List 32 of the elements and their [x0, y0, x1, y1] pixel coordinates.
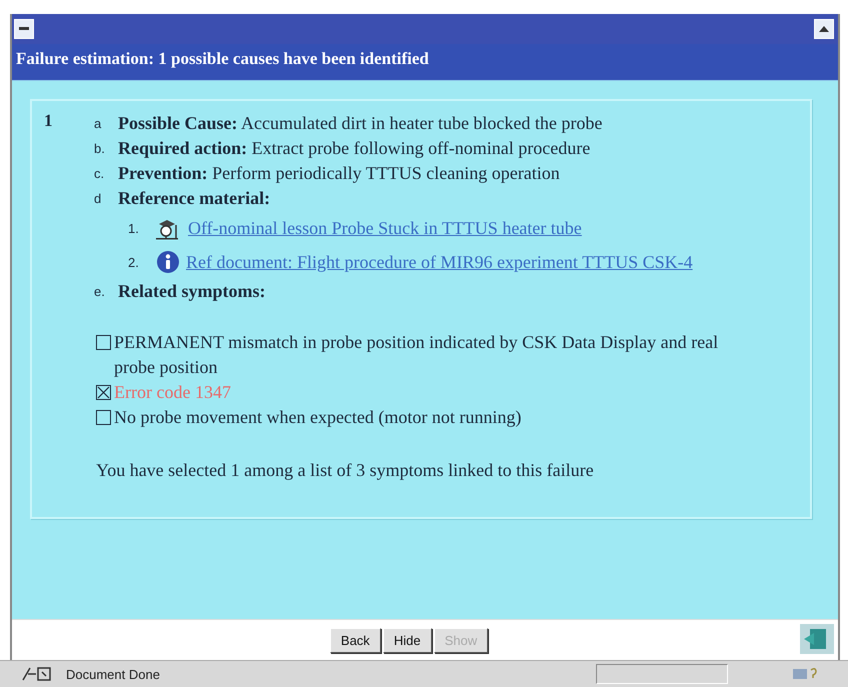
- cause-number: 1: [44, 111, 54, 132]
- action-button[interactable]: Hide: [382, 628, 432, 652]
- window-menu-button[interactable]: [14, 19, 34, 39]
- reference-link[interactable]: Ref document: Flight procedure of MIR96 experiment TTTUS CSK-4: [186, 252, 693, 272]
- list-marker: d: [94, 190, 102, 208]
- checkbox[interactable]: [96, 385, 111, 400]
- symptom-label: PERMANENT mismatch in probe position indicated by CSK Data Display and real probe position: [114, 331, 720, 379]
- list-marker: c.: [94, 165, 106, 183]
- list-marker: 2.: [128, 254, 140, 270]
- connection-icon: [22, 666, 52, 682]
- action-button[interactable]: Back: [330, 628, 381, 652]
- section-heading: Related symptoms:: [118, 280, 266, 303]
- checkbox[interactable]: [96, 335, 111, 350]
- list-marker: 1.: [128, 220, 140, 236]
- info-icon: [156, 250, 180, 274]
- list-marker: b.: [94, 140, 106, 158]
- selection-summary: You have selected 1 among a list of 3 symptoms linked to this failure: [96, 459, 595, 482]
- cause-detail: Prevention: Perform periodically TTTUS cleaning operation: [118, 162, 560, 185]
- list-marker: e.: [94, 283, 106, 301]
- symptom-label: Error code 1347: [114, 381, 231, 404]
- checkbox[interactable]: [96, 410, 111, 425]
- cause-detail: Required action: Extract probe following off-nominal procedure: [118, 137, 590, 160]
- window-title: Failure estimation: 1 possible causes have been identified: [12, 44, 838, 81]
- exit-icon[interactable]: [800, 624, 834, 654]
- security-icon: [792, 666, 818, 682]
- reference-link[interactable]: Off-nominal lesson Probe Stuck in TTTUS heater tube: [188, 218, 582, 238]
- cause-detail: Possible Cause: Accumulated dirt in heater tube blocked the probe: [118, 112, 602, 135]
- symptom-label: No probe movement when expected (motor not running): [114, 406, 522, 429]
- status-text: Document Done: [66, 666, 161, 682]
- list-marker: a: [94, 115, 102, 133]
- section-heading: Reference material:: [118, 187, 270, 210]
- maximize-button[interactable]: [814, 19, 834, 39]
